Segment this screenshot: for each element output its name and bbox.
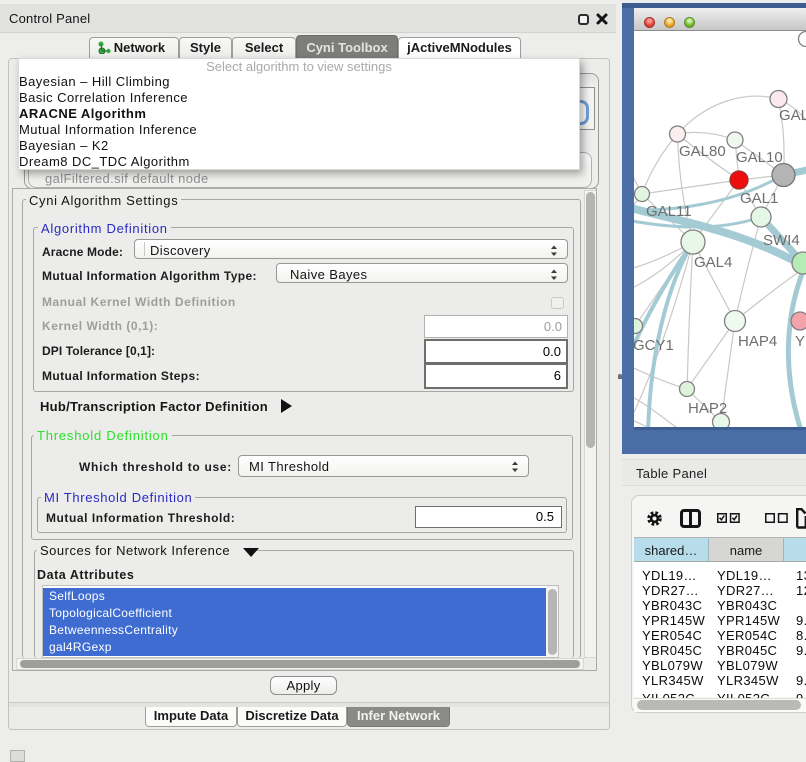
svg-text:GAL4: GAL4: [694, 254, 732, 271]
svg-text:GAL80: GAL80: [679, 143, 726, 160]
svg-text:HAP4: HAP4: [738, 333, 777, 350]
svg-text:GAL1: GAL1: [740, 190, 778, 207]
svg-text:GAL11: GAL11: [646, 203, 692, 220]
svg-text:HAP2: HAP2: [688, 400, 727, 417]
svg-text:Y: Y: [795, 333, 805, 350]
svg-text:SWI4: SWI4: [763, 232, 800, 249]
svg-text:GCY1: GCY1: [634, 337, 674, 354]
svg-text:GAL: GAL: [779, 107, 806, 124]
svg-text:GAL10: GAL10: [736, 149, 783, 166]
